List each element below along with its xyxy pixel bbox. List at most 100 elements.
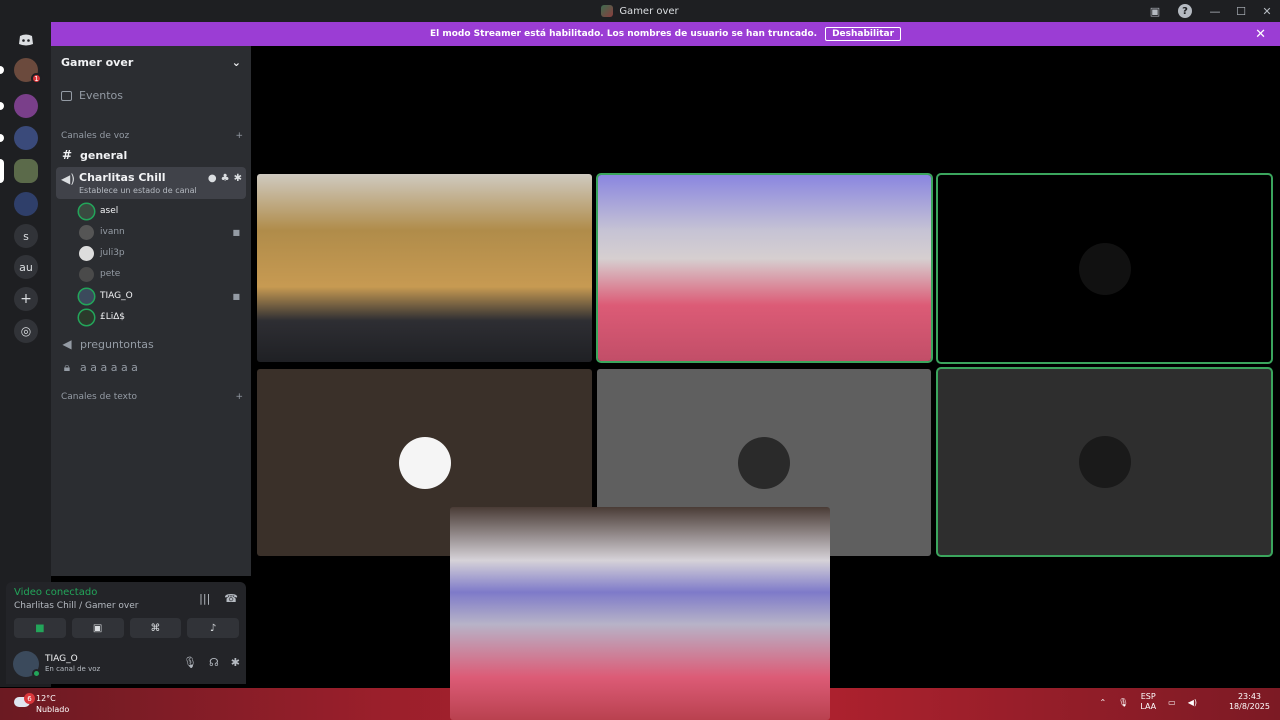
guild-s[interactable]: s [14, 224, 38, 248]
text-category[interactable]: Canales de texto + [61, 392, 243, 402]
screen-share-button[interactable]: ▣ [71, 618, 124, 638]
voice-connection-panel: Video conectado Charlitas Chill / Gamer … [6, 582, 246, 644]
username[interactable]: TIAG_O [45, 654, 78, 664]
voice-user-name: juli3p [100, 248, 125, 258]
weather-desc: Nublado [36, 705, 70, 714]
voice-category-label: Canales de voz [61, 131, 130, 141]
guild-icon[interactable] [0, 126, 38, 150]
banner-text: El modo Streamer está habilitado. Los no… [429, 29, 818, 39]
gear-icon[interactable]: ✱ [234, 173, 242, 184]
lock-icon: 🔒︎ [63, 359, 71, 374]
guild-au[interactable]: au [14, 255, 38, 279]
activity-button[interactable]: ⌘ [129, 618, 182, 638]
voice-user[interactable]: pete [79, 265, 244, 283]
user-status: En canal de voz [45, 665, 101, 673]
weather-temp: 12°C [36, 694, 56, 703]
channel-active-voice[interactable]: ◀) Charlitas Chill Establece un estado d… [56, 167, 246, 199]
avatar [738, 436, 790, 489]
noise-suppression-icon[interactable]: ||| [199, 592, 210, 605]
disable-streamer-button[interactable]: Deshabilitar [825, 27, 902, 41]
voice-user[interactable]: £Li∆$ [79, 308, 244, 326]
inbox-icon[interactable]: ▣ [1142, 0, 1168, 22]
avatar [79, 203, 94, 219]
text-category-label: Canales de texto [61, 392, 137, 402]
channel-status-prompt[interactable]: Establece un estado de canal [79, 186, 197, 195]
notification-badge: 1 [31, 73, 42, 84]
close-window-button[interactable]: ✕ [1254, 0, 1280, 22]
streamer-mode-banner: El modo Streamer está habilitado. Los no… [51, 22, 1280, 46]
video-tile-avatar[interactable] [938, 369, 1271, 555]
voice-user[interactable]: TIAG_O ■ [79, 287, 244, 305]
speaker-icon: ◀) [61, 172, 75, 186]
voice-user[interactable]: ivann ■ [79, 223, 244, 241]
calendar-icon [61, 90, 72, 101]
guild-icon[interactable]: 1 [0, 58, 42, 84]
help-icon[interactable]: ? [1178, 4, 1192, 18]
lang-code: ESP [1140, 692, 1156, 701]
unread-pip [0, 102, 4, 110]
explore-icon[interactable]: ◎ [14, 319, 38, 343]
guild-icon[interactable] [14, 192, 38, 216]
voice-user-name: ivann [100, 227, 125, 237]
video-tile[interactable] [257, 174, 592, 362]
volume-icon[interactable]: ◀) [1188, 698, 1197, 707]
disconnect-icon[interactable]: ☎ [224, 592, 238, 605]
discord-home-icon[interactable] [14, 28, 38, 52]
avatar [398, 436, 451, 489]
mic-tray-icon[interactable]: 🎙︎ [1118, 698, 1128, 707]
events-link[interactable]: Eventos [61, 89, 123, 102]
language-indicator[interactable]: ESP LAA [1140, 692, 1156, 712]
voice-user[interactable]: juli3p [79, 244, 244, 262]
avatar [79, 288, 94, 304]
window-titlebar: Gamer over ▣ ? — ☐ ✕ [0, 0, 1280, 22]
chevron-up-icon[interactable]: ⌃ [1099, 698, 1106, 707]
user-panel: TIAG_O En canal de voz 🎙︎ ☊ ✱ [6, 644, 246, 684]
date: 18/8/2025 [1228, 702, 1270, 711]
avatar [79, 224, 94, 240]
channel-label: general [80, 148, 128, 162]
network-icon[interactable]: ▭ [1168, 698, 1176, 707]
active-pip [0, 159, 4, 183]
add-channel-icon[interactable]: + [235, 392, 243, 402]
camera-icon: ■ [232, 227, 240, 237]
guild-icon[interactable] [0, 94, 38, 118]
voice-status[interactable]: Video conectado [14, 587, 97, 598]
events-label: Eventos [79, 89, 123, 102]
weather-badge: 6 [24, 693, 35, 704]
avatar [79, 309, 94, 325]
camera-preview-overlay[interactable] [450, 507, 830, 720]
video-tile-avatar[interactable] [938, 175, 1271, 362]
voice-location[interactable]: Charlitas Chill / Gamer over [14, 601, 138, 611]
video-tile[interactable] [598, 175, 931, 361]
channel-general[interactable]: # general [61, 145, 246, 165]
window-title: Gamer over [619, 5, 679, 17]
voice-user-name: £Li∆$ [100, 312, 125, 322]
camera-button[interactable]: ■ [14, 618, 66, 638]
server-header[interactable]: Gamer over ⌄ [51, 46, 251, 78]
channel-label: a a a a a a [80, 360, 138, 374]
voice-user[interactable]: asel [79, 202, 244, 220]
invite-icon[interactable]: ♣ [221, 173, 230, 184]
time: 23:43 [1237, 692, 1262, 701]
channel-preguntontas[interactable]: ◀ preguntontas [61, 334, 246, 354]
close-banner-icon[interactable]: ✕ [1255, 27, 1266, 42]
avatar [1078, 242, 1131, 295]
maximize-button[interactable]: ☐ [1228, 0, 1254, 22]
soundboard-button[interactable]: ♪ [187, 618, 239, 638]
channel-locked[interactable]: 🔒︎ a a a a a a [61, 357, 246, 377]
avatar [79, 266, 94, 282]
minimize-button[interactable]: — [1202, 0, 1228, 22]
add-server-icon[interactable]: + [14, 287, 38, 311]
clock[interactable]: 23:43 18/8/2025 [1229, 692, 1270, 712]
mic-icon[interactable]: 🎙︎ [183, 656, 197, 669]
headphones-icon[interactable]: ☊ [209, 656, 219, 669]
chat-icon[interactable]: ● [208, 173, 217, 184]
avatar [1078, 436, 1131, 488]
voice-category[interactable]: Canales de voz + [61, 131, 243, 141]
guild-icon-active[interactable] [0, 159, 38, 183]
online-status-icon [32, 669, 41, 678]
speaker-icon: ◀ [62, 337, 72, 351]
add-channel-icon[interactable]: + [235, 131, 243, 141]
voice-user-name: pete [100, 269, 121, 279]
gear-icon[interactable]: ✱ [231, 656, 240, 669]
